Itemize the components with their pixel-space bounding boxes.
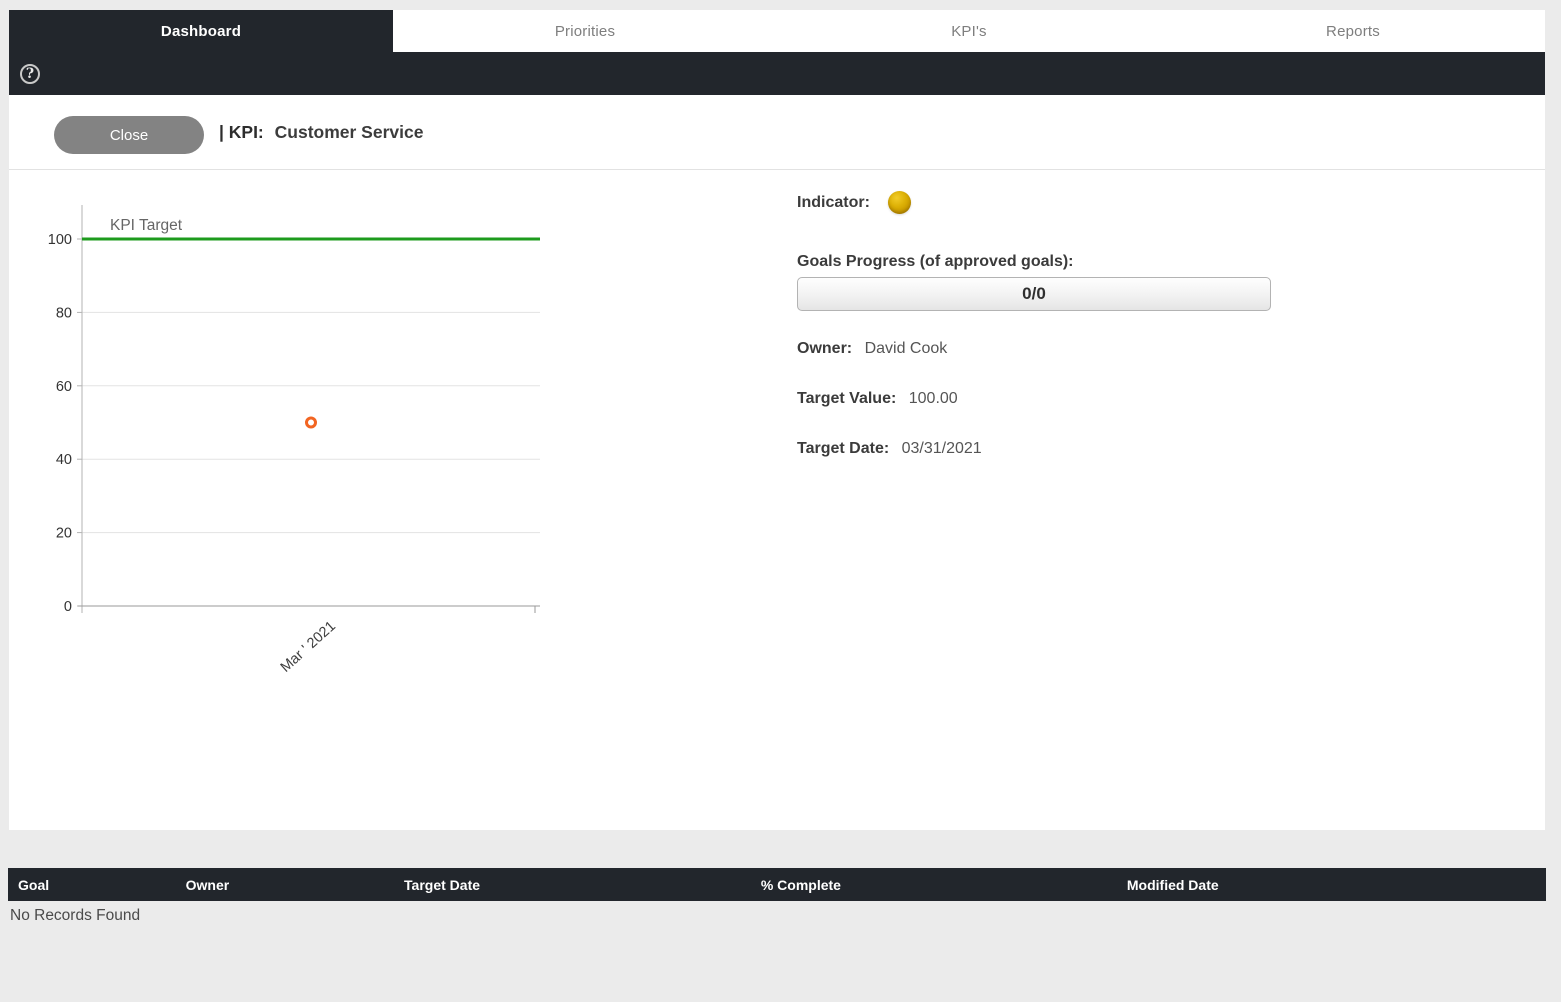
owner-row: Owner: David Cook	[797, 340, 947, 358]
tab-kpis-label: KPI's	[951, 22, 987, 40]
indicator-row: Indicator:	[797, 191, 911, 214]
goals-col-target-date: Target Date	[404, 876, 481, 893]
svg-text:60: 60	[56, 379, 72, 395]
goals-col-percent-complete: % Complete	[760, 876, 841, 893]
kpi-dashboard-app: Dashboard Priorities KPI's Reports ? Clo…	[0, 0, 1561, 1002]
goals-table: Goal Owner Target Date % Complete Modifi…	[8, 868, 1546, 925]
goals-col-modified-date: Modified Date	[1126, 876, 1219, 893]
goals-col-goal: Goal	[18, 876, 50, 893]
kpi-chart: 0 20 40 60 80 100 KPI Target Mar ' 2021	[9, 185, 729, 785]
content-panel: Close | KPI: Customer Service 0 20 40 60 80 1…	[9, 95, 1545, 830]
tab-reports-label: Reports	[1326, 22, 1380, 40]
top-tabs: Dashboard Priorities KPI's Reports	[9, 10, 1545, 52]
svg-text:100: 100	[48, 232, 72, 248]
tab-kpis[interactable]: KPI's	[777, 10, 1161, 52]
kpi-toolbar: Close | KPI: Customer Service	[9, 95, 1545, 170]
tab-dashboard-label: Dashboard	[160, 22, 242, 40]
target-date-row: Target Date: 03/31/2021	[797, 440, 982, 458]
kpi-chart-svg: 0 20 40 60 80 100 KPI Target Mar ' 2021	[48, 205, 540, 676]
svg-text:Mar ' 2021: Mar ' 2021	[278, 618, 339, 675]
goals-table-header: Goal Owner Target Date % Complete Modifi…	[8, 868, 1546, 901]
close-button[interactable]: Close	[54, 116, 204, 154]
no-records-message: No Records Found	[10, 907, 141, 924]
tab-priorities-label: Priorities	[554, 22, 616, 40]
help-icon[interactable]: ?	[20, 63, 40, 84]
owner-value: David Cook	[864, 340, 948, 357]
tab-priorities[interactable]: Priorities	[393, 10, 777, 52]
owner-label: Owner:	[797, 340, 853, 357]
svg-text:20: 20	[56, 526, 72, 542]
kpi-title-prefix: | KPI:	[219, 122, 264, 142]
goals-progress-bar: 0/0	[797, 277, 1271, 311]
svg-text:KPI Target: KPI Target	[110, 217, 183, 234]
top-chrome: Dashboard Priorities KPI's Reports ?	[9, 10, 1545, 95]
goals-progress-label: Goals Progress (of approved goals):	[797, 253, 1074, 270]
target-date: 03/31/2021	[901, 440, 982, 457]
goals-col-owner: Owner	[185, 876, 230, 893]
target-value-row: Target Value: 100.00	[797, 390, 958, 408]
goals-progress-value: 0/0	[1022, 284, 1046, 303]
target-value: 100.00	[908, 390, 958, 407]
target-value-label: Target Value:	[797, 390, 897, 407]
status-indicator-icon	[887, 191, 911, 214]
tab-reports[interactable]: Reports	[1161, 10, 1545, 52]
kpi-title: | KPI: Customer Service	[219, 122, 423, 143]
header-bar: ?	[9, 52, 1545, 95]
target-date-label: Target Date:	[797, 440, 890, 457]
svg-text:0: 0	[64, 599, 72, 615]
svg-text:40: 40	[56, 452, 72, 468]
indicator-label: Indicator:	[797, 193, 870, 211]
svg-text:80: 80	[56, 305, 72, 321]
tab-dashboard[interactable]: Dashboard	[9, 10, 393, 52]
kpi-title-name: Customer Service	[274, 122, 424, 142]
